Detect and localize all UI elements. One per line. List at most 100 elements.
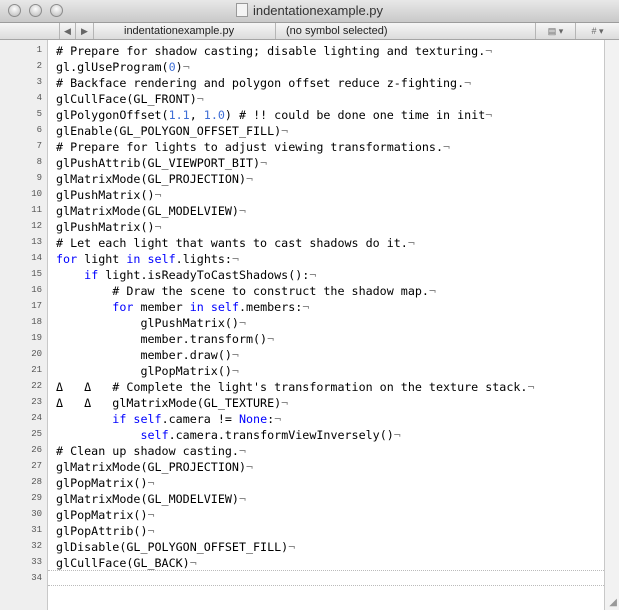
code-line[interactable]: # Prepare for lights to adjust viewing t… — [56, 139, 450, 155]
code-line[interactable]: glPolygonOffset(1.1, 1.0) # !! could be … — [56, 107, 492, 123]
code-line[interactable]: member.transform()¬ — [56, 331, 274, 347]
code-token: member — [133, 300, 190, 314]
code-editor[interactable]: # Prepare for shadow casting; disable li… — [56, 40, 604, 610]
line-number: 25 — [31, 429, 42, 439]
line-number: 15 — [31, 269, 42, 279]
resize-grip-icon[interactable]: ◢ — [609, 597, 617, 608]
vertical-scrollbar[interactable]: ◢ — [604, 40, 619, 610]
code-line[interactable]: glMatrixMode(GL_PROJECTION)¬ — [56, 171, 253, 187]
code-line[interactable]: for light in self.lights:¬ — [56, 251, 239, 267]
line-end-marker: ¬ — [238, 204, 246, 218]
line-end-marker: ¬ — [485, 108, 493, 122]
code-line[interactable]: # Draw the scene to construct the shadow… — [56, 283, 436, 299]
code-token: glCullFace(GL_FRONT) — [56, 92, 197, 106]
code-line[interactable]: if self.camera != None:¬ — [56, 411, 281, 427]
line-end-marker: ¬ — [246, 460, 254, 474]
navigation-bar: ◀ ▶ indentationexample.py (no symbol sel… — [0, 23, 619, 40]
line-end-marker: ¬ — [274, 412, 282, 426]
code-token: .lights: — [175, 252, 232, 266]
line-end-marker: ¬ — [260, 156, 268, 170]
line-number: 13 — [31, 237, 42, 247]
code-token: 0 — [168, 60, 176, 74]
editor-window: indentationexample.py ◀ ▶ indentationexa… — [0, 0, 619, 610]
code-token: glPushMatrix() — [56, 220, 155, 234]
code-line[interactable]: # Clean up shadow casting.¬ — [56, 443, 246, 459]
line-number: 28 — [31, 477, 42, 487]
bookmark-popup[interactable]: ▤ ▾ — [536, 23, 576, 39]
file-popup[interactable]: indentationexample.py — [94, 23, 276, 39]
code-token: ) # !! could be done one time in init — [224, 108, 486, 122]
line-end-marker: ¬ — [147, 508, 155, 522]
line-end-marker: ¬ — [147, 476, 155, 490]
code-token: in — [189, 300, 204, 314]
line-end-marker: ¬ — [288, 540, 296, 554]
forward-button[interactable]: ▶ — [76, 23, 94, 39]
line-end-marker: ¬ — [231, 252, 240, 266]
code-line[interactable]: glPushMatrix()¬ — [56, 219, 162, 235]
code-line[interactable]: glMatrixMode(GL_MODELVIEW)¬ — [56, 203, 246, 219]
code-line[interactable]: gl.glUseProgram(0)¬ — [56, 59, 190, 75]
code-token: # Prepare for lights to adjust viewing t… — [56, 140, 444, 154]
code-line[interactable]: glPushAttrib(GL_VIEWPORT_BIT)¬ — [56, 155, 267, 171]
code-token: self — [140, 428, 169, 442]
code-token: glPushAttrib(GL_VIEWPORT_BIT) — [56, 156, 261, 170]
line-end-marker: ¬ — [302, 300, 310, 314]
line-end-marker: ¬ — [154, 188, 162, 202]
line-end-marker: ¬ — [182, 60, 190, 74]
code-token: in — [126, 252, 141, 266]
code-line[interactable]: self.camera.transformViewInversely()¬ — [56, 427, 400, 443]
line-end-marker: ¬ — [238, 492, 246, 506]
line-end-marker: ¬ — [147, 524, 155, 538]
code-line[interactable]: glPopMatrix()¬ — [56, 507, 155, 523]
code-line[interactable]: # Backface rendering and polygon offset … — [56, 75, 471, 91]
code-line[interactable]: glPopMatrix()¬ — [56, 475, 155, 491]
code-line[interactable]: glPushMatrix()¬ — [56, 315, 246, 331]
code-token: glMatrixMode(GL_MODELVIEW) — [56, 492, 239, 506]
code-token: glPopMatrix() — [56, 508, 148, 522]
code-token: member.draw() — [56, 348, 232, 362]
code-line[interactable]: glMatrixMode(GL_PROJECTION)¬ — [56, 459, 253, 475]
code-token: , — [189, 108, 204, 122]
title-bar[interactable]: indentationexample.py — [0, 0, 619, 23]
line-number: 19 — [31, 333, 42, 343]
code-token: glMatrixMode(GL_MODELVIEW) — [56, 204, 239, 218]
code-line[interactable]: member.draw()¬ — [56, 347, 239, 363]
code-token: Δ Δ # Complete the light's transformatio… — [56, 380, 528, 394]
line-number: 18 — [31, 317, 42, 327]
code-line[interactable]: Δ Δ # Complete the light's transformatio… — [56, 379, 535, 395]
python-file-icon — [235, 3, 248, 17]
code-token: .camera != — [161, 412, 239, 426]
code-token: glEnable(GL_POLYGON_OFFSET_FILL) — [56, 124, 282, 138]
code-line[interactable]: Δ Δ glMatrixMode(GL_TEXTURE)¬ — [56, 395, 288, 411]
line-number: 9 — [36, 173, 42, 183]
line-number-popup[interactable]: # ▾ — [576, 23, 619, 39]
code-line[interactable]: glEnable(GL_POLYGON_OFFSET_FILL)¬ — [56, 123, 288, 139]
code-token: glDisable(GL_POLYGON_OFFSET_FILL) — [56, 540, 289, 554]
line-end-marker: ¬ — [464, 76, 472, 90]
line-number: 33 — [31, 557, 42, 567]
back-button[interactable]: ◀ — [60, 23, 76, 39]
code-line[interactable]: glPopMatrix()¬ — [56, 363, 239, 379]
code-line[interactable]: glPopAttrib()¬ — [56, 523, 155, 539]
code-line[interactable]: if light.isReadyToCastShadows():¬ — [56, 267, 316, 283]
code-token: for — [56, 252, 78, 266]
code-line[interactable]: # Let each light that wants to cast shad… — [56, 235, 415, 251]
code-line[interactable]: glPushMatrix()¬ — [56, 187, 162, 203]
bookmark-icon: ▤ ▾ — [547, 26, 564, 36]
symbol-popup[interactable]: (no symbol selected) — [276, 23, 536, 39]
code-token: # Backface rendering and polygon offset … — [56, 76, 465, 90]
code-line[interactable]: # Prepare for shadow casting; disable li… — [56, 43, 492, 59]
code-token: # Prepare for shadow casting; disable li… — [56, 44, 486, 58]
code-line[interactable]: for member in self.members:¬ — [56, 299, 309, 315]
code-line[interactable]: glDisable(GL_POLYGON_OFFSET_FILL)¬ — [56, 539, 295, 555]
code-token: glPopMatrix() — [56, 364, 232, 378]
code-line[interactable]: glMatrixMode(GL_MODELVIEW)¬ — [56, 491, 246, 507]
line-end-marker: ¬ — [246, 172, 254, 186]
code-line[interactable]: glCullFace(GL_FRONT)¬ — [56, 91, 204, 107]
line-end-marker: ¬ — [196, 92, 204, 106]
code-line[interactable]: glCullFace(GL_BACK)¬ — [56, 555, 197, 571]
nav-left-area — [0, 23, 60, 39]
